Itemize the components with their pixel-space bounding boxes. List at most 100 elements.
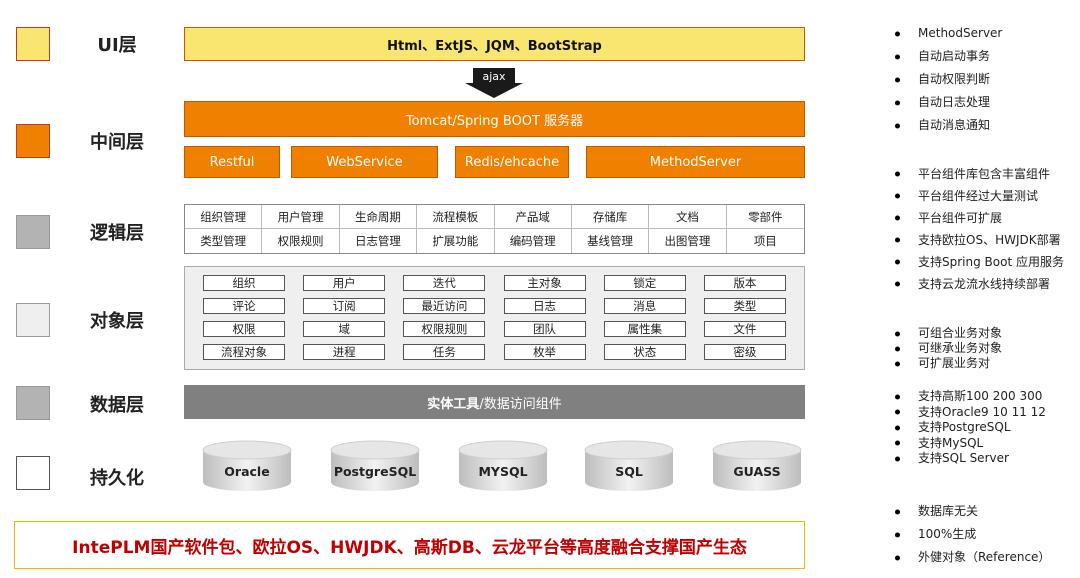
side-note-item: 支持SQL Server <box>890 451 1046 467</box>
side-note-item: MethodServer <box>890 22 1002 45</box>
logic-cell: 用户管理 <box>262 205 340 229</box>
object-cell: 主对象 <box>503 275 586 291</box>
layer-label-object: 对象层 <box>90 311 144 332</box>
logic-cell: 存储库 <box>571 205 650 229</box>
object-cell: 属性集 <box>603 321 686 337</box>
object-cell: 流程对象 <box>203 344 285 360</box>
object-cell: 评论 <box>203 298 285 314</box>
logic-cell: 文档 <box>649 205 727 229</box>
layer-label-logic: 逻辑层 <box>90 223 144 244</box>
database-guass: GUASS <box>712 440 802 492</box>
side-notes-methodserver: MethodServer 自动启动事务 自动权限判断 自动日志处理 自动消息通知 <box>890 22 1002 137</box>
object-cell: 进程 <box>303 344 386 360</box>
side-note-item: 可扩展业务对 <box>890 356 1002 371</box>
side-note-item: 自动日志处理 <box>890 91 1002 114</box>
side-note-item: 可继承业务对象 <box>890 341 1002 356</box>
side-note-item: 数据库无关 <box>890 500 1050 523</box>
object-cell: 任务 <box>403 344 486 360</box>
object-cell: 权限规则 <box>403 321 486 337</box>
layer-swatch-data <box>16 386 50 420</box>
ui-framework-bar: Html、ExtJS、JQM、BootStrap <box>184 27 805 61</box>
ajax-arrow: ajax <box>465 68 523 98</box>
object-cell: 消息 <box>603 298 686 314</box>
logic-cell: 组织管理 <box>185 205 263 229</box>
side-note-item: 支持云龙流水线持续部署 <box>890 273 1064 295</box>
data-access-bar: 实体工具/数据访问组件 <box>184 385 805 419</box>
component-webservice: WebService <box>291 146 438 178</box>
logic-cell: 出图管理 <box>649 229 727 253</box>
layer-swatch-object <box>16 303 50 337</box>
side-note-item: 平台组件库包含丰富组件 <box>890 163 1064 185</box>
logic-cell: 流程模板 <box>417 205 495 229</box>
database-label: SQL <box>615 464 643 479</box>
logic-cell: 零部件 <box>726 205 804 229</box>
logic-cell: 权限规则 <box>262 229 340 253</box>
database-label: Oracle <box>224 464 270 479</box>
side-note-item: 支持高斯100 200 300 <box>890 389 1046 405</box>
object-cell: 类型 <box>703 298 786 314</box>
component-restful: Restful <box>184 146 280 178</box>
side-notes-persistence: 数据库无关 100%生成 外健对象（Reference） <box>890 500 1050 569</box>
data-access-rest: /数据访问组件 <box>479 396 562 412</box>
side-note-item: 支持Spring Boot 应用服务 <box>890 251 1064 273</box>
layer-label-middle: 中间层 <box>90 132 144 153</box>
side-note-item: 自动权限判断 <box>890 68 1002 91</box>
layer-label-ui: UI层 <box>97 35 137 56</box>
side-note-item: 平台组件可扩展 <box>890 207 1064 229</box>
layer-swatch-logic <box>16 215 50 249</box>
ajax-label: ajax <box>482 70 506 83</box>
component-redis: Redis/ehcache <box>455 146 569 178</box>
logic-cell: 项目 <box>753 234 777 248</box>
side-note-item: 100%生成 <box>890 523 1050 546</box>
object-cell: 枚举 <box>503 344 586 360</box>
side-note-item: 支持Oracle9 10 11 12 <box>890 405 1046 421</box>
side-note-item: 支持MySQL <box>890 436 1046 452</box>
side-note-item: 支持欧拉OS、HWJDK部署 <box>890 229 1064 251</box>
object-cell: 权限 <box>203 321 285 337</box>
database-label: PostgreSQL <box>333 464 417 479</box>
layer-label-data: 数据层 <box>90 395 144 416</box>
database-postgresql: PostgreSQL <box>330 440 420 492</box>
side-note-item: 平台组件经过大量测试 <box>890 185 1064 207</box>
logic-cell: 编码管理 <box>495 229 572 253</box>
database-mysql: MYSQL <box>458 440 548 492</box>
footer-banner: IntePLM国产软件包、欧拉OS、HWJDK、高斯DB、云龙平台等高度融合支撑… <box>14 521 805 569</box>
object-cell: 迭代 <box>403 275 486 291</box>
object-layer-box: 组织 用户 迭代 主对象 锁定 版本 评论 订阅 最近访问 日志 消息 类型 权… <box>184 266 805 370</box>
object-cell: 最近访问 <box>403 298 486 314</box>
logic-cell: 类型管理 <box>185 229 263 253</box>
logic-table: 组织管理 用户管理 生命周期 流程模板 产品域 存储库 文档 零部件 类型管理 … <box>184 204 805 254</box>
layer-swatch-ui <box>16 27 50 61</box>
database-label: MYSQL <box>478 464 528 479</box>
logic-cell: 生命周期 <box>339 205 418 229</box>
object-cell: 密级 <box>703 344 786 360</box>
component-methodserver: MethodServer <box>586 146 805 178</box>
side-note-item: 可组合业务对象 <box>890 326 1002 341</box>
side-note-item: 支持PostgreSQL <box>890 420 1046 436</box>
logic-cell: 产品域 <box>494 205 572 229</box>
layer-swatch-middle <box>16 124 50 158</box>
database-label: GUASS <box>733 464 781 479</box>
database-oracle: Oracle <box>202 440 292 492</box>
object-cell: 锁定 <box>603 275 686 291</box>
object-cell: 状态 <box>603 344 686 360</box>
logic-cell: 扩展功能 <box>417 229 495 253</box>
object-cell: 用户 <box>303 275 386 291</box>
layer-swatch-persist <box>16 456 50 490</box>
object-cell: 文件 <box>703 321 786 337</box>
object-cell: 域 <box>303 321 386 337</box>
database-sql: SQL <box>584 440 674 492</box>
side-notes-objects: 可组合业务对象 可继承业务对象 可扩展业务对 <box>890 326 1002 371</box>
object-cell: 团队 <box>503 321 586 337</box>
object-cell: 组织 <box>203 275 285 291</box>
logic-cell: 日志管理 <box>340 229 418 253</box>
object-cell: 订阅 <box>303 298 386 314</box>
object-cell: 日志 <box>503 298 586 314</box>
side-notes-components: 平台组件库包含丰富组件 平台组件经过大量测试 平台组件可扩展 支持欧拉OS、HW… <box>890 163 1064 295</box>
layer-label-persist: 持久化 <box>90 468 144 489</box>
server-bar: Tomcat/Spring BOOT 服务器 <box>184 101 805 137</box>
data-access-bold: 实体工具 <box>427 396 480 412</box>
side-notes-databases: 支持高斯100 200 300 支持Oracle9 10 11 12 支持Pos… <box>890 389 1046 467</box>
logic-cell: 基线管理 <box>572 229 650 253</box>
side-note-item: 自动启动事务 <box>890 45 1002 68</box>
